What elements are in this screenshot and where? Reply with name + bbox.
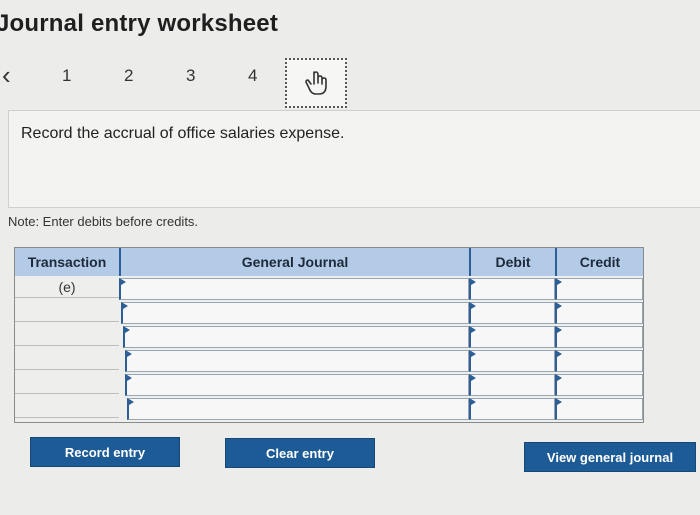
- credit-input[interactable]: [555, 278, 643, 300]
- account-input[interactable]: [123, 326, 469, 348]
- credit-input[interactable]: [555, 374, 643, 396]
- hand-pointer-icon: [305, 71, 327, 95]
- debit-input[interactable]: [469, 302, 555, 324]
- account-input[interactable]: [125, 374, 469, 396]
- step-3[interactable]: 3: [186, 66, 195, 86]
- transaction-cell: [15, 396, 119, 418]
- account-input[interactable]: [119, 278, 469, 300]
- page-title: Journal entry worksheet: [0, 10, 279, 37]
- step-navigation: ‹ 1 2 3 4: [0, 58, 360, 112]
- credit-input[interactable]: [555, 350, 643, 372]
- transaction-cell: [15, 372, 119, 394]
- column-header-credit: Credit: [555, 248, 643, 276]
- step-1[interactable]: 1: [62, 66, 71, 86]
- credit-input[interactable]: [555, 398, 643, 420]
- step-current[interactable]: [285, 58, 347, 108]
- transaction-cell: (e): [15, 276, 119, 298]
- chevron-left-icon[interactable]: ‹: [2, 62, 11, 88]
- transaction-cell: [15, 348, 119, 370]
- debit-input[interactable]: [469, 326, 555, 348]
- column-header-transaction: Transaction: [15, 248, 119, 276]
- instruction-text: Record the accrual of office salaries ex…: [21, 125, 345, 142]
- debit-input[interactable]: [469, 350, 555, 372]
- view-general-journal-button[interactable]: View general journal: [524, 442, 696, 472]
- account-input[interactable]: [121, 302, 469, 324]
- note-text: Note: Enter debits before credits.: [8, 214, 199, 229]
- debit-input[interactable]: [469, 374, 555, 396]
- journal-table: Transaction General Journal Debit Credit…: [14, 247, 644, 423]
- account-input[interactable]: [127, 398, 469, 420]
- credit-input[interactable]: [555, 326, 643, 348]
- credit-input[interactable]: [555, 302, 643, 324]
- clear-entry-button[interactable]: Clear entry: [225, 438, 375, 468]
- debit-input[interactable]: [469, 278, 555, 300]
- transaction-cell: [15, 324, 119, 346]
- transaction-cell: [15, 300, 119, 322]
- debit-input[interactable]: [469, 398, 555, 420]
- account-input[interactable]: [125, 350, 469, 372]
- column-header-general-journal: General Journal: [119, 248, 469, 276]
- step-2[interactable]: 2: [124, 66, 133, 86]
- instruction-panel: Record the accrual of office salaries ex…: [8, 110, 700, 208]
- record-entry-button[interactable]: Record entry: [30, 437, 180, 467]
- column-header-debit: Debit: [469, 248, 555, 276]
- step-4[interactable]: 4: [248, 66, 257, 86]
